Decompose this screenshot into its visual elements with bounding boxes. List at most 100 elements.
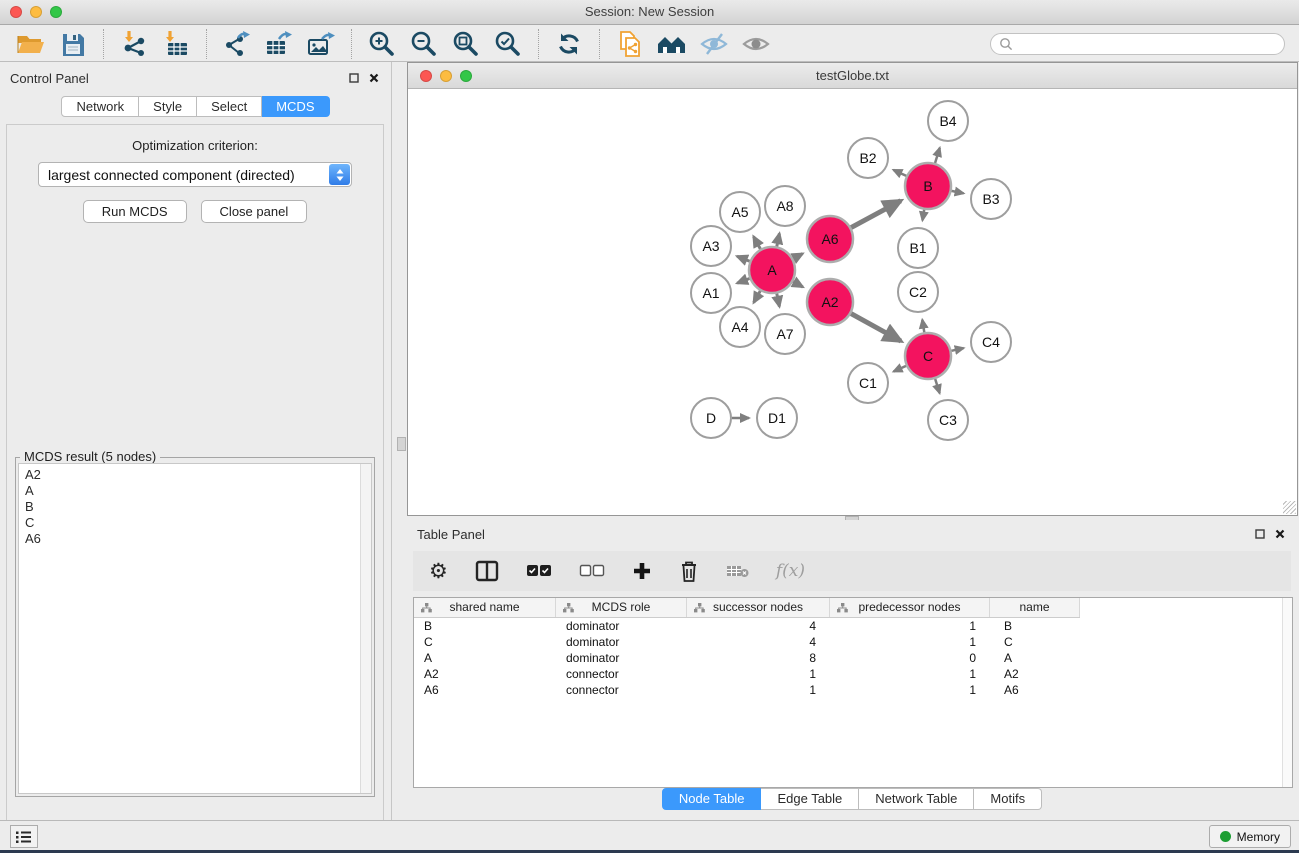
graph-node-C4[interactable]: C4 [971,322,1011,362]
table-row[interactable]: Bdominator41B [414,618,1292,634]
close-panel-button[interactable] [367,71,381,85]
deselect-all-columns-button[interactable] [579,564,605,578]
graph-edge-C-C3[interactable] [935,379,939,393]
float-table-panel-button[interactable] [1253,527,1267,541]
graph-edge-A-A3[interactable] [737,256,750,261]
table-scrollbar[interactable] [1282,598,1292,787]
open-session-button[interactable] [13,28,49,60]
network-canvas[interactable]: B4B2BB3A5A8A6A3B1AA1C2A2A4A7C4CC1DD1C3 [408,89,1296,514]
graph-edge-C-C1[interactable] [894,366,907,372]
select-all-columns-button[interactable] [526,564,552,578]
close-network-window-button[interactable] [420,70,432,82]
memory-button[interactable]: Memory [1209,825,1291,848]
column-header-shared-name[interactable]: shared name [414,598,556,617]
graph-edge-A-A7[interactable] [777,294,780,307]
tab-select[interactable]: Select [197,96,262,117]
graph-node-B2[interactable]: B2 [848,138,888,178]
graph-edge-A-A2[interactable] [793,282,803,287]
tab-node-table[interactable]: Node Table [662,788,762,810]
close-window-button[interactable] [10,6,22,18]
column-header-mcds-role[interactable]: MCDS role [556,598,687,617]
column-header-predecessor-nodes[interactable]: predecessor nodes [830,598,990,617]
zoom-selected-button[interactable] [490,28,526,60]
show-all-button[interactable] [738,28,774,60]
desktop-vertical-scrollbar[interactable] [397,437,406,451]
graph-node-A4[interactable]: A4 [720,307,760,347]
float-panel-button[interactable] [347,71,361,85]
save-session-button[interactable] [55,28,91,60]
graph-node-D[interactable]: D [691,398,731,438]
graph-node-A[interactable]: A [749,247,795,293]
graph-edge-A-A8[interactable] [777,233,780,246]
minimize-network-window-button[interactable] [440,70,452,82]
table-row[interactable]: Adominator80A [414,650,1292,666]
delete-rows-button[interactable] [679,560,699,582]
graph-edge-A-A1[interactable] [737,278,749,283]
export-table-button[interactable] [261,28,297,60]
task-history-button[interactable] [10,825,38,848]
export-network-button[interactable] [219,28,255,60]
mcds-result-item[interactable]: A [25,483,371,499]
minimize-window-button[interactable] [30,6,42,18]
table-row[interactable]: Cdominator41C [414,634,1292,650]
first-neighbors-button[interactable] [654,28,690,60]
graph-edge-A6-B[interactable] [851,201,901,228]
import-table-button[interactable] [158,28,194,60]
column-header-name[interactable]: name [990,598,1080,617]
result-list-scrollbar[interactable] [360,464,371,793]
table-row[interactable]: A6connector11A6 [414,682,1292,698]
tab-network[interactable]: Network [61,96,139,117]
show-columns-button[interactable] [475,560,499,582]
graph-edge-A-A4[interactable] [754,291,761,303]
zoom-network-window-button[interactable] [460,70,472,82]
zoom-in-button[interactable] [364,28,400,60]
graph-node-A6[interactable]: A6 [807,216,853,262]
graph-edge-B-B4[interactable] [935,148,940,163]
graph-node-C1[interactable]: C1 [848,363,888,403]
graph-edge-A2-C[interactable] [851,314,901,341]
graph-node-C[interactable]: C [905,333,951,379]
table-settings-button[interactable]: ⚙ [429,561,448,582]
mcds-result-item[interactable]: A6 [25,531,371,547]
graph-node-B3[interactable]: B3 [971,179,1011,219]
criterion-dropdown[interactable]: largest connected component (directed) [38,162,352,187]
graph-edge-C-C4[interactable] [951,348,963,351]
graph-edge-C-C2[interactable] [922,320,924,333]
graph-node-A1[interactable]: A1 [691,273,731,313]
tab-motifs[interactable]: Motifs [974,788,1042,810]
graph-node-B4[interactable]: B4 [928,101,968,141]
zoom-window-button[interactable] [50,6,62,18]
graph-node-A3[interactable]: A3 [691,226,731,266]
close-table-panel-button[interactable] [1273,527,1287,541]
zoom-fit-button[interactable] [448,28,484,60]
graph-edge-A-A5[interactable] [754,237,761,249]
graph-node-A7[interactable]: A7 [765,314,805,354]
refresh-view-button[interactable] [551,28,587,60]
search-input[interactable] [1018,36,1276,51]
resize-grip[interactable] [1283,501,1296,514]
graph-node-A5[interactable]: A5 [720,192,760,232]
table-row[interactable]: A2connector11A2 [414,666,1292,682]
graph-edge-A-A6[interactable] [793,254,802,259]
graph-edge-B-B3[interactable] [952,191,964,193]
mcds-result-item[interactable]: B [25,499,371,515]
add-row-button[interactable] [632,561,652,581]
hide-selected-button[interactable] [696,28,732,60]
graph-node-A2[interactable]: A2 [807,279,853,325]
graph-edge-B-B2[interactable] [893,170,906,176]
tab-network-table[interactable]: Network Table [859,788,974,810]
graph-node-A8[interactable]: A8 [765,186,805,226]
import-network-button[interactable] [116,28,152,60]
mcds-result-item[interactable]: C [25,515,371,531]
zoom-out-button[interactable] [406,28,442,60]
mcds-result-item[interactable]: A2 [25,467,371,483]
export-image-button[interactable] [303,28,339,60]
new-network-from-selection-button[interactable] [612,28,648,60]
graph-node-B1[interactable]: B1 [898,228,938,268]
graph-node-B[interactable]: B [905,163,951,209]
graph-node-D1[interactable]: D1 [757,398,797,438]
tab-edge-table[interactable]: Edge Table [761,788,859,810]
run-mcds-button[interactable]: Run MCDS [83,200,187,223]
tab-mcds[interactable]: MCDS [262,96,329,117]
graph-edge-B-B1[interactable] [922,210,924,221]
